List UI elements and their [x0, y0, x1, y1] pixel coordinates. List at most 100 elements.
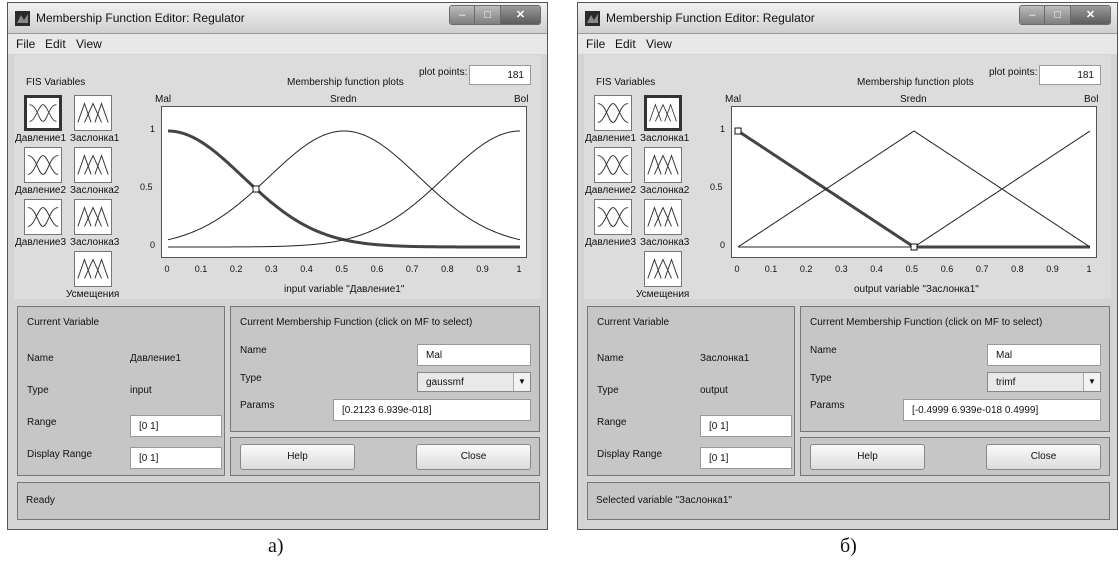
- mf-label-bol[interactable]: Bol: [514, 94, 528, 105]
- fis-var-label: Заслонка2: [640, 185, 690, 196]
- mf-name-input[interactable]: Mal: [987, 344, 1101, 366]
- tri-mf-icon[interactable]: [644, 251, 682, 287]
- x-tick-label: 0.7: [405, 264, 419, 274]
- help-button[interactable]: Help: [240, 444, 355, 470]
- fis-var-label: Заслонка2: [70, 185, 120, 196]
- mf-vertex-marker[interactable]: [252, 185, 260, 193]
- mf-plot[interactable]: [161, 106, 527, 258]
- mf-type-value: trimf: [996, 377, 1016, 388]
- x-tick-label: 0.9: [1046, 264, 1059, 274]
- tri-mf-icon[interactable]: [74, 251, 112, 287]
- close-button[interactable]: Close: [416, 444, 531, 470]
- dropdown-arrow-icon[interactable]: ▼: [1083, 373, 1100, 391]
- menu-edit[interactable]: Edit: [45, 37, 66, 51]
- x-tick-label: 1: [516, 264, 522, 274]
- x-tick-label: 0.4: [870, 264, 883, 274]
- tri-mf-icon[interactable]: [644, 95, 682, 131]
- tri-mf-icon[interactable]: [644, 147, 682, 183]
- display-range-label: Display Range: [27, 449, 93, 460]
- fis-var-label: Давление3: [15, 237, 67, 248]
- mf-params-input[interactable]: [0.2123 6.939e-018]: [333, 399, 531, 421]
- menu-view[interactable]: View: [646, 37, 672, 51]
- mf-curve-sredn[interactable]: [167, 130, 521, 241]
- close-button[interactable]: Close: [986, 444, 1101, 470]
- top-area: FIS Variables Membership function plots …: [14, 55, 541, 300]
- menu-edit[interactable]: Edit: [615, 37, 636, 51]
- mf-curve-sredn[interactable]: [737, 130, 1091, 248]
- range-input[interactable]: [0 1]: [130, 415, 222, 437]
- help-button[interactable]: Help: [810, 444, 925, 470]
- current-variable-heading: Current Variable: [27, 317, 100, 328]
- mf-plot-canvas[interactable]: [732, 107, 1096, 257]
- y-tick-label: 0: [720, 240, 726, 250]
- plot-points-input[interactable]: 181: [469, 65, 531, 85]
- fis-variables-label: FIS Variables: [26, 77, 86, 88]
- dropdown-arrow-icon[interactable]: ▼: [513, 373, 530, 391]
- gauss-mf-icon[interactable]: [594, 199, 632, 235]
- gauss-mf-icon[interactable]: [594, 95, 632, 131]
- mf-label-bol[interactable]: Bol: [1084, 94, 1098, 105]
- mf-label-sredn[interactable]: Sredn: [330, 94, 357, 105]
- x-tick-label: 0.6: [940, 264, 954, 274]
- tri-mf-icon[interactable]: [74, 95, 112, 131]
- title-bar[interactable]: Membership Function Editor: Regulator – …: [578, 3, 1117, 34]
- gauss-mf-icon[interactable]: [24, 199, 62, 235]
- mf-vertex-marker[interactable]: [910, 243, 918, 251]
- gauss-mf-icon[interactable]: [24, 147, 62, 183]
- mf-curve-bol[interactable]: [168, 130, 521, 248]
- menu-view[interactable]: View: [76, 37, 102, 51]
- fis-variables-label: FIS Variables: [596, 77, 656, 88]
- tri-mf-icon[interactable]: [644, 199, 682, 235]
- close-window-icon[interactable]: ✕: [1070, 6, 1110, 24]
- mf-curve-bol[interactable]: [738, 130, 1091, 248]
- tri-mf-icon[interactable]: [74, 147, 112, 183]
- variable-type-value: output: [700, 385, 728, 396]
- button-panel: Help Close: [800, 437, 1110, 476]
- mf-curve-mal[interactable]: [167, 129, 520, 249]
- mf-params-input[interactable]: [-0.4999 6.939e-018 0.4999]: [903, 399, 1101, 421]
- menu-file[interactable]: File: [586, 37, 605, 51]
- x-axis-title: input variable "Давление1": [284, 284, 405, 295]
- mf-vertex-marker[interactable]: [734, 127, 742, 135]
- mf-type-select[interactable]: gaussmf ▼: [417, 372, 531, 392]
- current-variable-panel: Current Variable Name Заслонка1 Type out…: [587, 306, 795, 476]
- x-tick-label: 0.4: [300, 264, 313, 274]
- tri-mf-icon[interactable]: [74, 199, 112, 235]
- menu-file[interactable]: File: [16, 37, 35, 51]
- mf-label-mal[interactable]: Mal: [725, 94, 741, 105]
- range-input[interactable]: [0 1]: [700, 415, 792, 437]
- matlab-logo-icon: [585, 11, 600, 26]
- title-bar[interactable]: Membership Function Editor: Regulator – …: [8, 3, 547, 34]
- variable-name-label: Name: [27, 353, 54, 364]
- display-range-input[interactable]: [0 1]: [700, 447, 792, 469]
- window-title: Membership Function Editor: Regulator: [36, 11, 245, 25]
- y-tick-label: 0.5: [710, 182, 723, 192]
- plot-points-input[interactable]: 181: [1039, 65, 1101, 85]
- variable-type-value: input: [130, 385, 152, 396]
- maximize-icon[interactable]: □: [1045, 6, 1071, 24]
- close-window-icon[interactable]: ✕: [500, 6, 540, 24]
- fis-var-label: Давление2: [15, 185, 67, 196]
- mf-plot[interactable]: [731, 106, 1097, 258]
- mf-curve-mal[interactable]: [737, 129, 1090, 249]
- range-label: Range: [597, 417, 627, 428]
- button-panel: Help Close: [230, 437, 540, 476]
- display-range-input[interactable]: [0 1]: [130, 447, 222, 469]
- gauss-mf-icon[interactable]: [24, 95, 62, 131]
- current-mf-heading: Current Membership Function (click on MF…: [810, 317, 1043, 328]
- gauss-mf-icon[interactable]: [594, 147, 632, 183]
- status-panel: Selected variable "Заслонка1": [587, 482, 1110, 520]
- mf-type-select[interactable]: trimf ▼: [987, 372, 1101, 392]
- plot-title: Membership function plots: [287, 77, 404, 88]
- maximize-icon[interactable]: □: [475, 6, 501, 24]
- mf-label-sredn[interactable]: Sredn: [900, 94, 927, 105]
- minimize-icon[interactable]: –: [450, 6, 476, 24]
- status-text: Ready: [26, 495, 55, 506]
- mf-name-input[interactable]: Mal: [417, 344, 531, 366]
- plot-points-label: plot points:: [419, 67, 468, 78]
- mf-plot-canvas[interactable]: [162, 107, 526, 257]
- minimize-icon[interactable]: –: [1020, 6, 1046, 24]
- mf-label-mal[interactable]: Mal: [155, 94, 171, 105]
- fis-var-label: Давление1: [585, 133, 637, 144]
- fis-var-label: Давление3: [585, 237, 637, 248]
